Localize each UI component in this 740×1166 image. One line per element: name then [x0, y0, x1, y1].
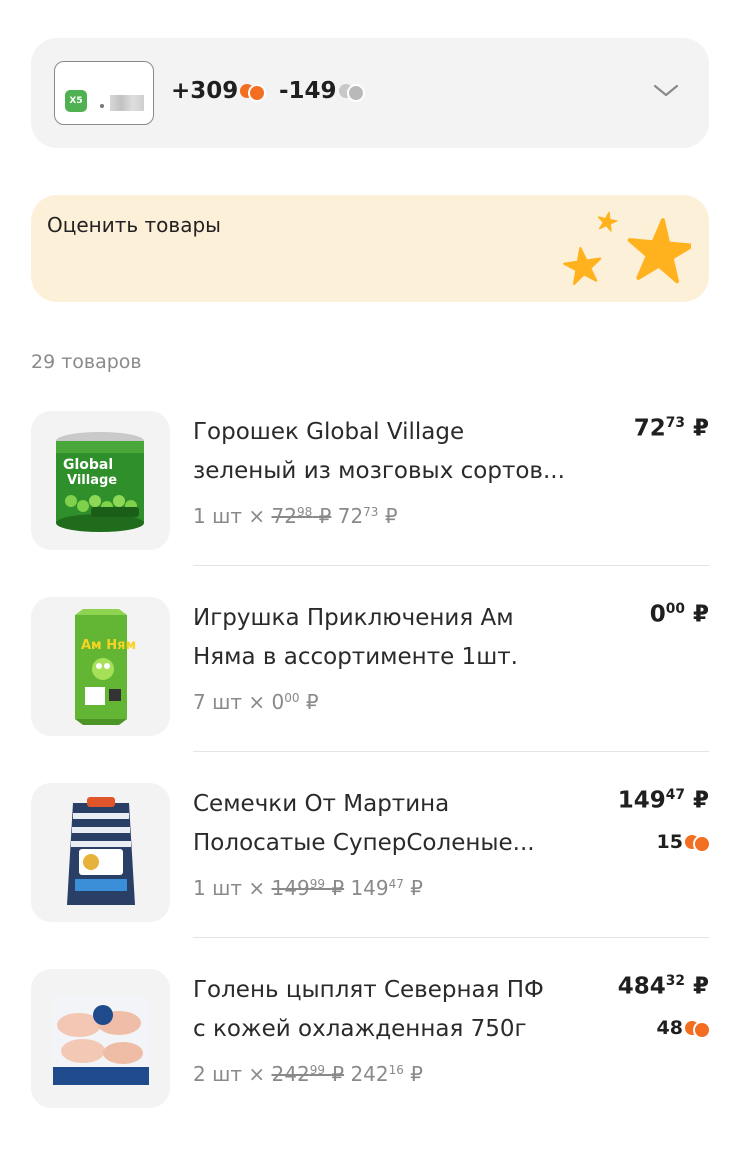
product-quantity-line: 1 шт × 7298 ₽ 7273 ₽ [193, 504, 398, 528]
product-bonus: 15 [656, 831, 711, 853]
old-unit-price: 7298 ₽ [271, 504, 332, 528]
product-name[interactable]: Голень цыплят Северная ПФ с кожей охлажд… [193, 971, 613, 1049]
svg-text:Global: Global [63, 457, 113, 473]
qty-separator: × [248, 690, 266, 714]
items-count: 29 товаров [31, 351, 142, 373]
product-quantity-line: 7 шт × 000 ₽ [193, 690, 319, 714]
gray-coin-icon [338, 82, 365, 102]
points-spent: -149 [279, 76, 365, 106]
product-name[interactable]: Горошек Global Village зеленый из мозгов… [193, 413, 613, 491]
product-total-price: 48432 ₽ [617, 973, 709, 1000]
orange-coin-icon [685, 1019, 711, 1039]
product-quantity-line: 1 шт × 14999 ₽ 14947 ₽ [193, 876, 423, 900]
product-image: Ам Ням [31, 597, 170, 736]
points-spent-value: -149 [279, 78, 337, 104]
unit-price: 7273 ₽ [337, 504, 398, 528]
old-unit-price: 14999 ₽ [271, 876, 345, 900]
product-name[interactable]: Семечки От Мартина Полосатые СуперСолены… [193, 785, 613, 863]
old-unit-price: 24299 ₽ [271, 1062, 345, 1086]
chicken-pack-image [53, 995, 149, 1085]
qty-separator: × [248, 504, 266, 528]
peas-can-image: Global Village [56, 432, 144, 532]
orange-coin-icon [685, 833, 711, 853]
points-earned-value: +309 [171, 78, 239, 104]
product-total-price: 14947 ₽ [617, 787, 709, 814]
sunflower-seeds-bag-image [67, 797, 135, 905]
loyalty-card-summary[interactable]: X5 +309 -149 [31, 38, 709, 148]
stars-icon [551, 207, 691, 287]
product-row[interactable]: Global Village Горошек Global Village зе… [31, 411, 709, 551]
product-qty: 1 шт [193, 504, 243, 528]
unit-price: 000 ₽ [271, 690, 319, 714]
product-row[interactable]: Голень цыплят Северная ПФ с кожей охлажд… [31, 969, 711, 1109]
rate-products-banner[interactable]: Оценить товары [31, 195, 709, 302]
divider [193, 937, 709, 938]
orange-coin-icon [240, 82, 267, 102]
loyalty-card-thumbnail: X5 [54, 61, 154, 125]
unit-price: 24216 ₽ [350, 1062, 424, 1086]
product-image [31, 969, 170, 1108]
qty-separator: × [248, 876, 266, 900]
svg-text:Ам Ням: Ам Ням [81, 638, 136, 653]
divider [193, 565, 709, 566]
product-total-price: 7273 ₽ [633, 415, 709, 442]
bonus-value: 48 [656, 1017, 683, 1039]
product-row[interactable]: Семечки От Мартина Полосатые СуперСолены… [31, 783, 711, 923]
product-qty: 7 шт [193, 690, 243, 714]
bonus-value: 15 [656, 831, 683, 853]
card-number-masked [100, 95, 144, 111]
rate-products-title: Оценить товары [47, 213, 221, 237]
unit-price: 14947 ₽ [350, 876, 424, 900]
product-image: Global Village [31, 411, 170, 550]
product-qty: 1 шт [193, 876, 243, 900]
x5-logo-icon: X5 [65, 90, 87, 112]
divider [193, 751, 709, 752]
points-earned: +309 [171, 76, 267, 106]
toy-pack-image: Ам Ням [75, 609, 136, 725]
svg-text:Village: Village [67, 473, 117, 488]
product-qty: 2 шт [193, 1062, 243, 1086]
qty-separator: × [248, 1062, 266, 1086]
product-bonus: 48 [656, 1017, 711, 1039]
product-row[interactable]: Ам Ням Игрушка Приключения Ам Няма в асс… [31, 597, 709, 737]
product-total-price: 000 ₽ [649, 601, 709, 628]
product-name[interactable]: Игрушка Приключения Ам Няма в ассортимен… [193, 599, 613, 677]
product-quantity-line: 2 шт × 24299 ₽ 24216 ₽ [193, 1062, 423, 1086]
chevron-down-icon[interactable] [653, 80, 679, 100]
product-image [31, 783, 170, 922]
